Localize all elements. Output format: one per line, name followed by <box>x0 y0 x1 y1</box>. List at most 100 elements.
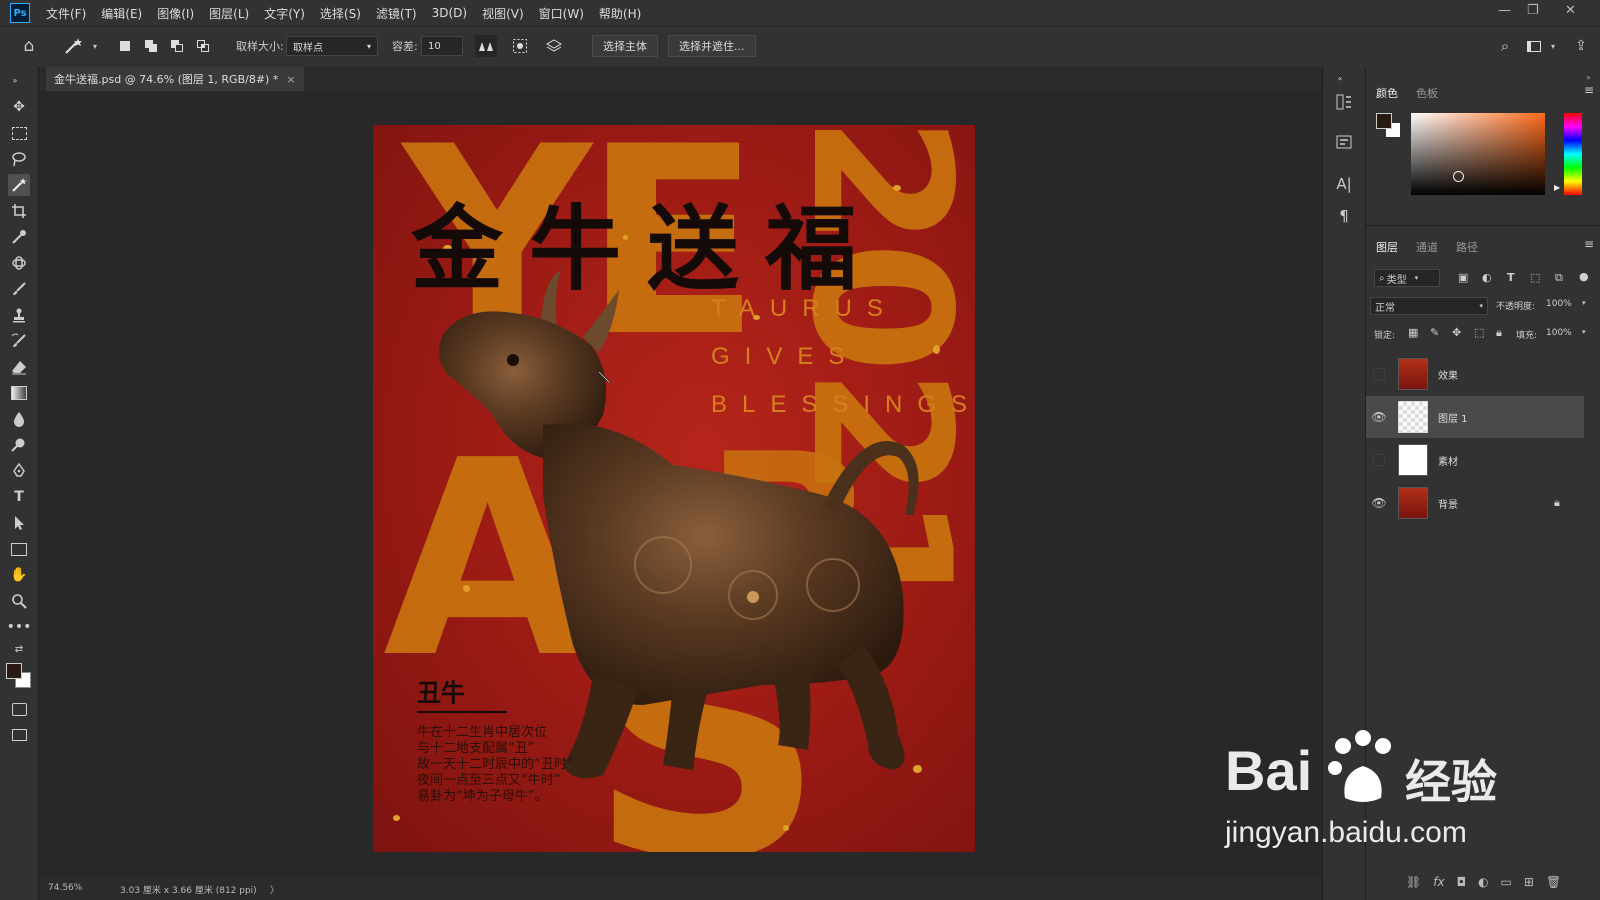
sample-size-select[interactable]: 取样点 ▾ <box>286 36 378 56</box>
blend-mode-select[interactable]: 正常 ▾ <box>1370 297 1488 315</box>
tolerance-input[interactable]: 10 <box>421 36 463 56</box>
quick-mask-icon[interactable] <box>8 698 30 720</box>
move-tool-icon[interactable]: ✥ <box>8 96 30 118</box>
healing-brush-tool-icon[interactable] <box>8 252 30 274</box>
paragraph-panel-icon[interactable]: ¶ <box>1333 205 1355 227</box>
restore-icon[interactable]: ❐ <box>1527 3 1539 18</box>
lock-image-icon[interactable]: ✎ <box>1430 326 1439 339</box>
preset-dropdown-icon[interactable]: ▾ <box>84 35 106 57</box>
close-tab-icon[interactable]: × <box>286 73 295 86</box>
subtract-from-selection-icon[interactable] <box>166 35 188 57</box>
filter-type-icon[interactable]: T <box>1507 271 1515 284</box>
expand-dock-icon[interactable]: « <box>1329 67 1351 89</box>
tab-swatches[interactable]: 色板 <box>1416 85 1438 101</box>
dodge-tool-icon[interactable] <box>8 434 30 456</box>
menu-view[interactable]: 视图(V) <box>482 5 524 22</box>
layer-name[interactable]: 背景 <box>1438 496 1458 511</box>
menu-3d[interactable]: 3D(D) <box>432 6 467 20</box>
opacity-dropdown-icon[interactable]: ▾ <box>1582 299 1586 307</box>
color-panel-fg-swatch[interactable] <box>1376 113 1392 129</box>
tab-channels[interactable]: 通道 <box>1416 239 1438 255</box>
minimize-icon[interactable]: — <box>1498 3 1511 18</box>
layer-filter-select[interactable]: ⌕ 类型 ▾ <box>1374 269 1440 287</box>
layers-panel-menu-icon[interactable]: ≡ <box>1584 237 1594 251</box>
select-and-mask-button[interactable]: 选择并遮住... <box>668 35 756 57</box>
new-group-icon[interactable]: ▭ <box>1501 875 1512 889</box>
trash-icon[interactable]: 🗑︎ <box>1546 875 1561 889</box>
menu-image[interactable]: 图像(I) <box>157 5 194 22</box>
properties-panel-icon[interactable] <box>1333 131 1355 153</box>
document-tab[interactable]: 金牛送福.psd @ 74.6% (图层 1, RGB/8#) * × <box>46 67 304 91</box>
filter-shape-icon[interactable]: ⬚ <box>1530 271 1540 284</box>
layer-row-material[interactable]: 素材 <box>1366 439 1584 481</box>
zoom-tool-icon[interactable] <box>8 590 30 612</box>
history-panel-icon[interactable] <box>1333 91 1355 113</box>
marquee-tool-icon[interactable] <box>8 122 30 144</box>
fill-input[interactable]: 100% <box>1546 328 1572 338</box>
type-tool-icon[interactable]: T <box>8 486 30 508</box>
fill-dropdown-icon[interactable]: ▾ <box>1582 328 1586 336</box>
layer-name[interactable]: 图层 1 <box>1438 410 1468 425</box>
visibility-toggle-empty[interactable] <box>1366 454 1392 466</box>
path-selection-tool-icon[interactable] <box>8 512 30 534</box>
magic-wand-preset-icon[interactable] <box>62 35 84 57</box>
menu-edit[interactable]: 编辑(E) <box>101 5 142 22</box>
menu-window[interactable]: 窗口(W) <box>539 5 584 22</box>
hue-slider[interactable] <box>1564 113 1582 195</box>
zoom-level[interactable]: 74.56% <box>48 883 82 893</box>
menu-type[interactable]: 文字(Y) <box>264 5 305 22</box>
link-layers-icon[interactable]: ⛓︎ <box>1406 875 1421 889</box>
more-tools-icon[interactable]: ••• <box>7 616 32 638</box>
history-brush-tool-icon[interactable] <box>8 330 30 352</box>
anti-alias-icon[interactable] <box>475 35 497 57</box>
status-menu-arrow-icon[interactable]: 〉 <box>270 883 279 896</box>
visibility-toggle-empty[interactable] <box>1366 368 1392 380</box>
hand-tool-icon[interactable]: ✋ <box>8 564 30 586</box>
eraser-tool-icon[interactable] <box>8 356 30 378</box>
collapse-panels-icon[interactable]: » <box>1586 73 1591 82</box>
menu-layer[interactable]: 图层(L) <box>209 5 249 22</box>
tab-layers[interactable]: 图层 <box>1376 239 1398 255</box>
lock-all-icon[interactable]: 🔒︎ <box>1496 326 1502 340</box>
add-mask-icon[interactable]: ◘ <box>1457 875 1467 889</box>
fx-icon[interactable]: fx <box>1433 875 1444 889</box>
adjustment-layer-icon[interactable]: ◐ <box>1478 875 1488 889</box>
filter-pixel-icon[interactable]: ▣ <box>1458 271 1468 284</box>
layer-name[interactable]: 素材 <box>1438 453 1458 468</box>
tab-paths[interactable]: 路径 <box>1456 239 1478 255</box>
filter-smart-object-icon[interactable]: ⧉ <box>1555 271 1563 285</box>
workspace-dropdown-icon[interactable]: ▾ <box>1542 35 1564 57</box>
screen-mode-icon[interactable] <box>8 724 30 746</box>
eyedropper-tool-icon[interactable] <box>8 226 30 248</box>
blur-tool-icon[interactable] <box>8 408 30 430</box>
crop-tool-icon[interactable] <box>8 200 30 222</box>
character-panel-icon[interactable]: A| <box>1333 173 1355 195</box>
lock-position-icon[interactable]: ✥ <box>1452 326 1461 339</box>
share-icon[interactable]: ⇪ <box>1570 35 1592 57</box>
hue-slider-handle-icon[interactable]: ▶ <box>1554 183 1560 192</box>
tab-color[interactable]: 颜色 <box>1376 85 1398 101</box>
eye-icon[interactable]: 👁︎ <box>1366 410 1392 424</box>
eye-icon[interactable]: 👁︎ <box>1366 496 1392 510</box>
filter-toggle-icon[interactable]: ● <box>1579 270 1589 283</box>
color-panel-menu-icon[interactable]: ≡ <box>1584 83 1594 97</box>
layer-row-layer1-selected[interactable]: 👁︎ 图层 1 <box>1366 396 1584 438</box>
clone-stamp-tool-icon[interactable] <box>8 304 30 326</box>
home-icon[interactable]: ⌂ <box>18 35 40 57</box>
new-layer-icon[interactable]: ⊞ <box>1524 875 1534 889</box>
menu-help[interactable]: 帮助(H) <box>599 5 641 22</box>
brush-tool-icon[interactable] <box>8 278 30 300</box>
magic-wand-tool-icon[interactable] <box>8 174 30 196</box>
lock-artboard-icon[interactable]: ⬚ <box>1474 326 1484 339</box>
foreground-color-swatch[interactable] <box>6 663 22 679</box>
select-subject-button[interactable]: 选择主体 <box>592 35 658 57</box>
opacity-input[interactable]: 100% <box>1546 299 1572 309</box>
menu-select[interactable]: 选择(S) <box>320 5 361 22</box>
color-swatches[interactable] <box>6 663 32 689</box>
menu-file[interactable]: 文件(F) <box>46 5 86 22</box>
new-selection-icon[interactable] <box>114 35 136 57</box>
menu-filter[interactable]: 滤镜(T) <box>376 5 417 22</box>
color-picker-handle[interactable] <box>1453 171 1464 182</box>
color-field[interactable] <box>1411 113 1545 195</box>
search-icon[interactable]: ⌕ <box>1494 35 1516 57</box>
